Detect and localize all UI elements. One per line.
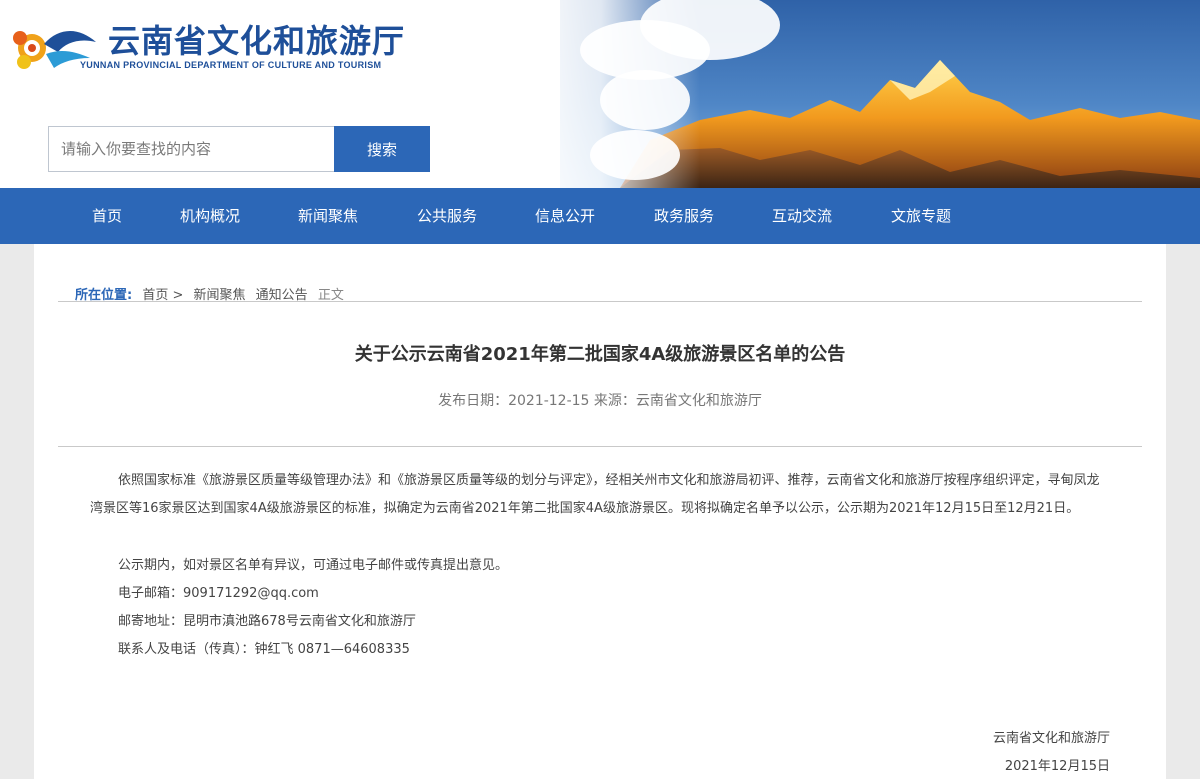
search-button[interactable]: 搜索 (334, 126, 430, 172)
article-meta: 发布日期：2021-12-15 来源：云南省文化和旅游厅 (438, 393, 762, 409)
signature-date: 2021年12月15日 (1004, 759, 1110, 774)
article-paragraph: 公示期内，如对景区名单有异议，可通过电子邮件或传真提出意见。 (118, 558, 509, 573)
contact-email: 电子邮箱：909171292@qq.com (118, 586, 319, 601)
nav-item-public-service[interactable]: 公共服务 (417, 188, 477, 244)
breadcrumb-divider (58, 301, 1142, 302)
site-subtitle: YUNNAN PROVINCIAL DEPARTMENT OF CULTURE … (80, 60, 382, 70)
contact-address: 邮寄地址：昆明市滇池路678号云南省文化和旅游厅 (118, 614, 416, 629)
cloud (590, 130, 680, 180)
nav-item-government-service[interactable]: 政务服务 (654, 188, 714, 244)
nav-item-interaction[interactable]: 互动交流 (772, 188, 832, 244)
search-input[interactable] (48, 126, 334, 172)
contact-phone: 联系人及电话（传真）：钟红飞 0871—64608335 (118, 642, 410, 657)
nav-item-culture-tourism-topics[interactable]: 文旅专题 (891, 188, 951, 244)
site-header: 云南省文化和旅游厅 YUNNAN PROVINCIAL DEPARTMENT O… (0, 0, 1200, 188)
cloud (600, 70, 690, 130)
article-title: 关于公示云南省2021年第二批国家4A级旅游景区名单的公告 (354, 344, 846, 365)
signature-org: 云南省文化和旅游厅 (992, 731, 1110, 746)
article-divider (58, 446, 1142, 447)
main-nav: 首页 机构概况 新闻聚焦 公共服务 信息公开 政务服务 互动交流 文旅专题 (0, 188, 1200, 244)
nav-item-about[interactable]: 机构概况 (180, 188, 240, 244)
article-paragraph: 依照国家标准《旅游景区质量等级管理办法》和《旅游景区质量等级的划分与评定》，经相… (90, 473, 1100, 516)
nav-item-home[interactable]: 首页 (92, 188, 122, 244)
nav-item-info-disclosure[interactable]: 信息公开 (535, 188, 595, 244)
nav-item-news[interactable]: 新闻聚焦 (298, 188, 358, 244)
site-title: 云南省文化和旅游厅 (108, 22, 406, 60)
